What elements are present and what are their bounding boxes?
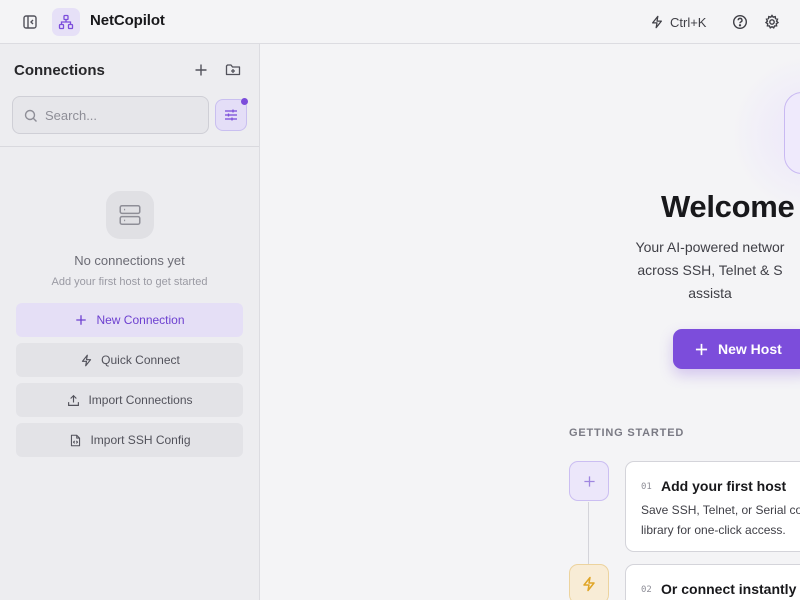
app-logo [52,8,80,36]
add-folder-button[interactable] [223,60,243,80]
tagline-line: Your AI-powered networ [635,239,785,255]
step-card-add-host[interactable]: 01 Add your first host Save SSH, Telnet,… [625,461,800,552]
sidebar-title: Connections [14,62,105,79]
step-number: 01 [641,482,652,492]
command-shortcut-label: Ctrl+K [670,14,707,30]
gear-icon[interactable] [762,12,782,32]
empty-state-title: No connections yet [74,253,185,268]
step-2-badge [569,564,609,600]
step-number: 02 [641,585,652,595]
command-palette-button[interactable]: Ctrl+K [650,12,706,32]
filter-button[interactable] [215,98,248,131]
import-ssh-config-button[interactable]: Import SSH Config [16,423,243,457]
sliders-icon [225,109,237,121]
folder-plus-icon [225,64,241,76]
plus-icon [195,64,207,76]
new-connection-label: New Connection [96,313,185,327]
connections-sidebar: Connections No connections yet Add your … [0,44,260,600]
step-description-line: library for one-click access. [641,523,786,537]
step-card-connect-instantly[interactable]: 02 Or connect instantly [625,564,800,600]
import-connections-label: Import Connections [88,393,193,407]
upload-icon [68,394,79,406]
quick-connect-label: Quick Connect [101,353,180,367]
step-title: Or connect instantly [661,581,797,597]
help-circle-icon[interactable] [730,12,750,32]
search-input[interactable] [45,97,205,133]
bolt-icon [81,354,91,366]
new-connection-button[interactable]: New Connection [16,303,243,337]
step-title: Add your first host [661,478,787,494]
step-connector [588,502,589,564]
new-host-label: New Host [718,341,782,357]
filter-active-indicator [241,98,248,105]
network-icon [58,14,74,30]
step-description-line: Save SSH, Telnet, or Serial co [641,503,800,517]
app-title: NetCopilot [90,12,165,29]
file-code-icon [70,434,81,446]
bolt-icon [583,576,595,592]
import-connections-button[interactable]: Import Connections [16,383,243,417]
welcome-title: Welcome [661,189,795,224]
sidebar-toggle-icon[interactable] [20,12,40,32]
step-description: Save SSH, Telnet, or Serial co library f… [641,500,800,540]
plus-icon [583,475,595,487]
search-box [12,96,209,134]
tagline: Your AI-powered networ across SSH, Telne… [560,236,800,305]
main-welcome-panel: Welcome Your AI-powered networ across SS… [260,44,800,600]
top-bar: NetCopilot Ctrl+K [0,0,800,44]
plus-icon [76,315,87,325]
new-host-button[interactable]: New Host [673,329,800,369]
tagline-line: assista [688,285,732,301]
add-connection-button[interactable] [191,60,211,80]
quick-connect-button[interactable]: Quick Connect [16,343,243,377]
plus-icon [695,343,708,355]
bolt-icon [652,15,662,29]
getting-started-label: GETTING STARTED [569,427,685,439]
server-icon [106,191,154,239]
sidebar-divider [0,146,259,147]
empty-state-subtitle: Add your first host to get started [51,276,208,288]
step-1-badge [569,461,609,501]
search-icon [24,109,37,122]
tagline-line: across SSH, Telnet & S [637,262,783,278]
import-ssh-config-label: Import SSH Config [90,433,191,447]
hero-illustration [784,92,800,174]
